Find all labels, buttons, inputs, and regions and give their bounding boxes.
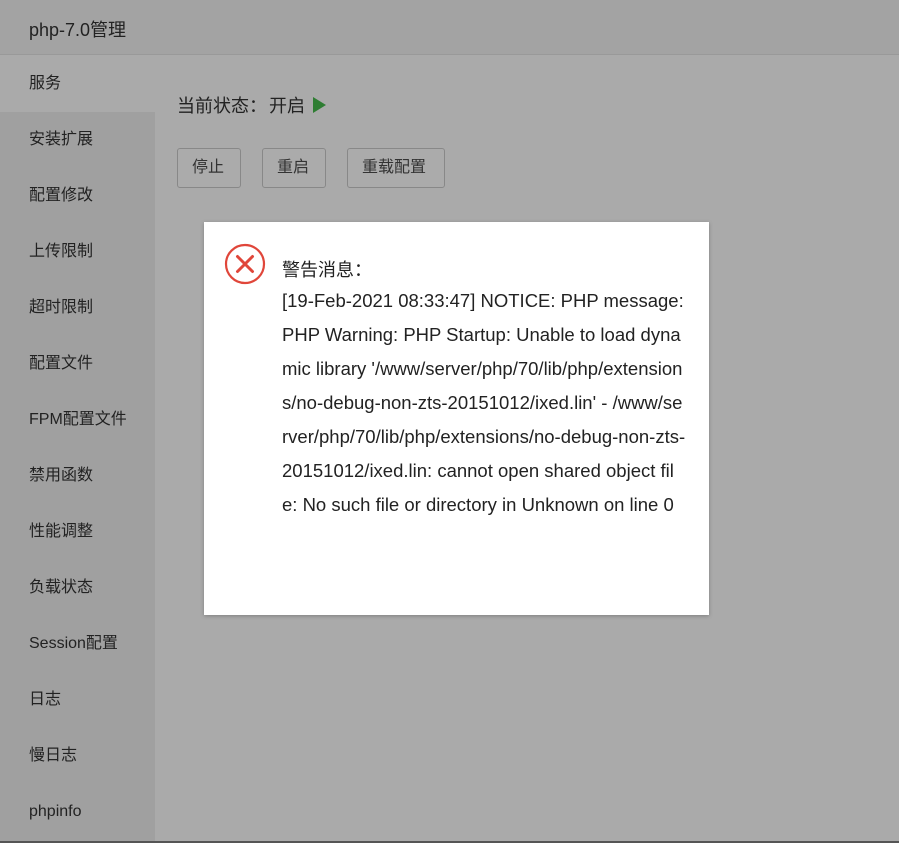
sidebar-item-config-file[interactable]: 配置文件 [0, 336, 155, 392]
service-status: 当前状态： 开启 [177, 92, 326, 118]
window-titlebar[interactable]: php-7.0管理 [0, 0, 899, 55]
warning-dialog: 警告消息： [19-Feb-2021 08:33:47] NOTICE: PHP… [204, 222, 709, 615]
dialog-message: [19-Feb-2021 08:33:47] NOTICE: PHP messa… [282, 290, 686, 515]
dialog-title: 警告消息： [282, 260, 372, 280]
sidebar-item-install-extensions[interactable]: 安装扩展 [0, 112, 155, 168]
play-icon [313, 97, 326, 113]
reload-config-button[interactable]: 重载配置 [347, 148, 445, 188]
error-icon [224, 243, 266, 285]
stop-button[interactable]: 停止 [177, 148, 241, 188]
restart-button[interactable]: 重启 [262, 148, 326, 188]
window-title: php-7.0管理 [29, 20, 127, 40]
sidebar-nav: 服务 安装扩展 配置修改 上传限制 超时限制 配置文件 FPM配置文件 禁用函数… [0, 56, 155, 843]
sidebar-item-config-edit[interactable]: 配置修改 [0, 168, 155, 224]
sidebar-item-session-config[interactable]: Session配置 [0, 616, 155, 672]
sidebar-item-timeout-limit[interactable]: 超时限制 [0, 280, 155, 336]
sidebar-item-slow-log[interactable]: 慢日志 [0, 728, 155, 784]
sidebar-item-fpm-config-file[interactable]: FPM配置文件 [0, 392, 155, 448]
sidebar-item-performance-tuning[interactable]: 性能调整 [0, 504, 155, 560]
status-label: 当前状态： [177, 96, 267, 116]
sidebar-item-upload-limit[interactable]: 上传限制 [0, 224, 155, 280]
sidebar-item-load-status[interactable]: 负载状态 [0, 560, 155, 616]
sidebar-item-log[interactable]: 日志 [0, 672, 155, 728]
sidebar-item-service[interactable]: 服务 [0, 56, 155, 112]
sidebar-item-disabled-functions[interactable]: 禁用函数 [0, 448, 155, 504]
status-value: 开启 [269, 96, 305, 116]
sidebar-item-phpinfo[interactable]: phpinfo [0, 784, 155, 840]
